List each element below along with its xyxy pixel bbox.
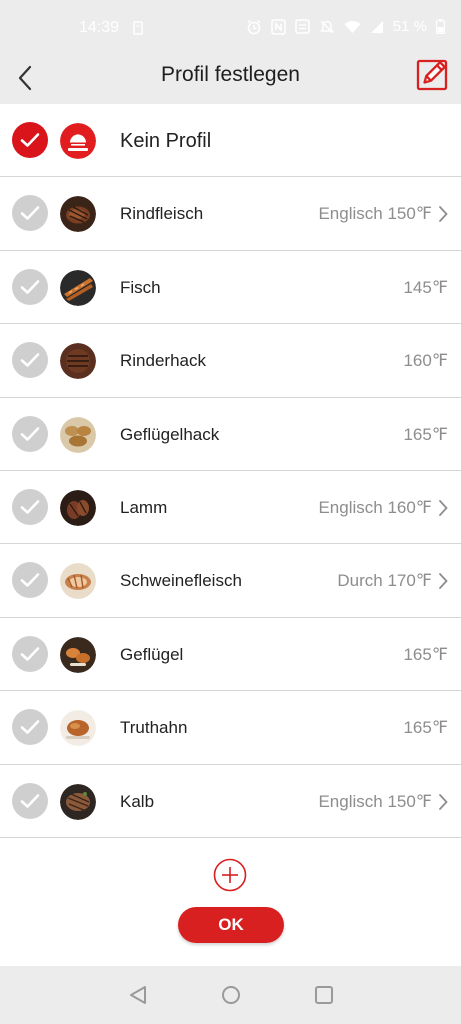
profile-name: Rinderhack — [120, 351, 206, 371]
ok-button[interactable]: OK — [178, 907, 284, 943]
profile-name: Lamm — [120, 497, 168, 517]
add-profile-icon[interactable] — [213, 858, 247, 892]
profile-target: 160℉ — [403, 351, 448, 371]
wifi-icon — [344, 20, 361, 33]
profile-row-fisch[interactable]: Fisch 145℉ — [0, 250, 461, 325]
signal-icon — [370, 20, 383, 33]
alarm-icon — [247, 19, 261, 34]
mute-icon — [319, 19, 334, 34]
check-circle-icon[interactable] — [12, 635, 48, 672]
battery-icon — [436, 19, 445, 34]
system-nav-bar — [0, 966, 461, 1024]
nav-back-icon[interactable] — [126, 984, 150, 1006]
profile-row-kalb[interactable]: Kalb Englisch 150℉ — [0, 764, 461, 838]
page-title: Profil festlegen — [161, 63, 300, 86]
profile-name: Geflügelhack — [120, 424, 220, 444]
nav-recents-icon[interactable] — [312, 984, 336, 1006]
check-circle-icon[interactable] — [12, 122, 48, 158]
profile-target: Englisch 160℉ — [318, 497, 432, 517]
profile-name: Fisch — [120, 277, 161, 297]
profile-target: 145℉ — [403, 277, 448, 297]
profile-name: Kein Profil — [120, 130, 212, 152]
battery-percent: 51 % — [392, 18, 427, 35]
profile-row-schweinefleisch[interactable]: Schweinefleisch Durch 170℉ — [0, 544, 461, 618]
fish-icon — [60, 269, 96, 306]
pork-roast-icon — [60, 563, 96, 600]
data-saver-icon — [295, 19, 310, 34]
chevron-right-icon — [439, 793, 448, 810]
check-circle-icon[interactable] — [12, 268, 48, 305]
profile-row-kein-profil[interactable]: Kein Profil — [0, 104, 461, 178]
profile-row-rindfleisch[interactable]: Rindfleisch Englisch 150℉ — [0, 177, 461, 251]
nfc-icon — [271, 18, 286, 35]
nav-home-icon[interactable] — [219, 984, 243, 1006]
chicken-icon — [60, 636, 96, 673]
profile-target: Englisch 150℉ — [318, 204, 432, 224]
app-header: Profil festlegen — [0, 56, 461, 104]
profile-row-rinderhack[interactable]: Rinderhack 160℉ — [0, 324, 461, 398]
poultry-patty-icon — [60, 416, 96, 453]
profile-row-gefluegelhack[interactable]: Geflügelhack 165℉ — [0, 397, 461, 471]
check-circle-icon[interactable] — [12, 709, 48, 746]
status-time: 14:39 — [79, 19, 120, 36]
status-bar: 14:39 51 % — [0, 0, 461, 56]
chevron-right-icon — [439, 500, 448, 516]
profile-row-gefluegel[interactable]: Geflügel 165℉ — [0, 617, 461, 692]
profile-row-lamm[interactable]: Lamm Englisch 160℉ — [0, 470, 461, 545]
burger-patty-icon — [60, 343, 96, 380]
veal-icon — [60, 783, 96, 820]
profile-name: Truthahn — [120, 718, 188, 738]
steak-icon — [60, 196, 96, 233]
check-circle-icon[interactable] — [12, 195, 48, 232]
profile-row-truthahn[interactable]: Truthahn 165℉ — [0, 691, 461, 765]
brand-logo-icon — [60, 123, 96, 159]
turkey-icon — [60, 710, 96, 747]
profile-target: 165℉ — [403, 644, 448, 664]
profile-target: Durch 170℉ — [337, 571, 432, 591]
profile-name: Rindfleisch — [120, 204, 204, 224]
check-circle-icon[interactable] — [12, 562, 48, 599]
check-circle-icon[interactable] — [12, 342, 48, 379]
profile-target: 165℉ — [403, 718, 448, 738]
chevron-right-icon — [439, 206, 448, 223]
check-circle-icon[interactable] — [12, 782, 48, 819]
chevron-right-icon — [439, 573, 448, 590]
lamb-chop-icon — [60, 489, 96, 526]
profile-target: 165℉ — [403, 424, 448, 444]
profile-list: Kein Profil Rindfleisch Englisch 150℉ Fi… — [0, 104, 461, 838]
notification-icon — [133, 21, 143, 35]
edit-icon[interactable] — [415, 57, 451, 93]
profile-name: Kalb — [120, 791, 155, 811]
profile-name: Geflügel — [120, 644, 184, 664]
check-circle-icon[interactable] — [12, 488, 48, 525]
profile-name: Schweinefleisch — [120, 571, 242, 591]
check-circle-icon[interactable] — [12, 415, 48, 452]
profile-target: Englisch 150℉ — [318, 791, 432, 811]
